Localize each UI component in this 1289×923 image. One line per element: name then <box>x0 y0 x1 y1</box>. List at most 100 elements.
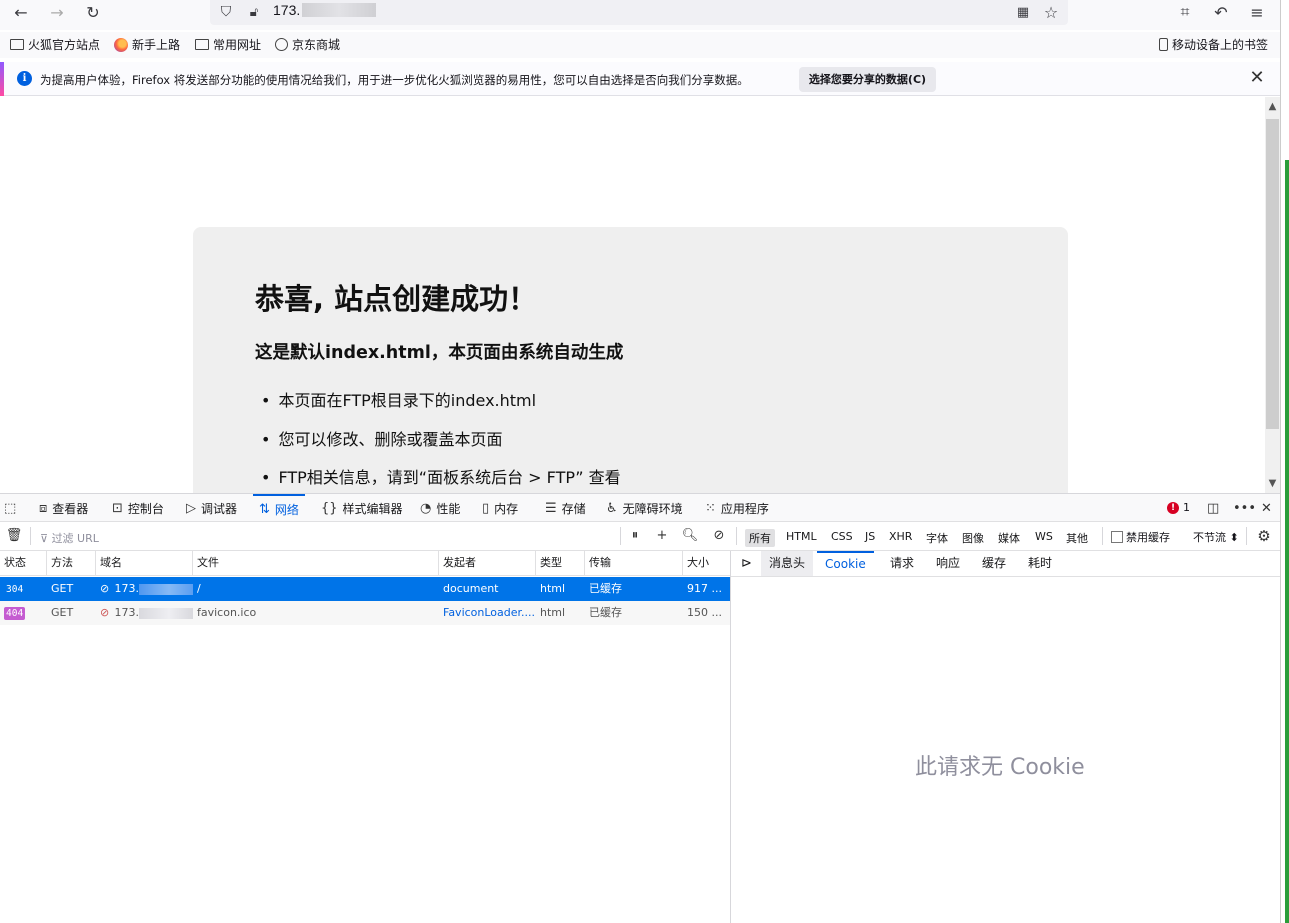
folder-icon <box>195 39 209 50</box>
devtools-menu[interactable]: ••• <box>1233 494 1256 522</box>
filter-js[interactable]: JS <box>861 529 879 544</box>
initiator-cell[interactable]: document <box>439 577 536 601</box>
qr-code-icon[interactable]: ▦ <box>1010 1 1036 23</box>
filter-media[interactable]: 媒体 <box>994 529 1024 547</box>
shield-icon[interactable]: ⛉ <box>213 1 239 23</box>
tab-debugger[interactable]: ▷ 调试器 <box>186 494 237 522</box>
tab-request[interactable]: 请求 <box>882 551 922 576</box>
scroll-down-icon[interactable]: ▼ <box>1265 478 1280 492</box>
column-header[interactable]: 域名 <box>96 551 193 575</box>
bookmark-item[interactable]: 京东商城 <box>275 36 340 53</box>
grid-apps-icon: ⁙ <box>705 500 716 516</box>
table-row[interactable]: 404 GET ⊘ 173. favicon.ico FaviconLoader… <box>0 601 730 625</box>
choose-data-button[interactable]: 选择您要分享的数据(C) <box>799 67 936 92</box>
menu-icon[interactable]: ≡ <box>1244 1 1270 23</box>
block-icon[interactable]: ⊘ <box>710 527 728 545</box>
tab-console[interactable]: ⊡ 控制台 <box>112 494 164 522</box>
filter-ws[interactable]: WS <box>1031 529 1057 544</box>
reload-icon[interactable]: ↻ <box>80 1 106 23</box>
initiator-cell[interactable]: FaviconLoader.... <box>439 601 536 625</box>
error-count-badge[interactable]: ! 1 <box>1167 501 1190 514</box>
size-cell: 917 ... <box>687 582 722 595</box>
column-header[interactable]: 传输 <box>585 551 683 575</box>
tab-memory[interactable]: ▯ 内存 <box>482 494 518 522</box>
filter-other[interactable]: 其他 <box>1062 529 1092 547</box>
dock-toggle[interactable]: ◫ <box>1207 494 1219 522</box>
tab-style-editor[interactable]: {} 样式编辑器 <box>321 494 403 522</box>
bookmark-star-icon[interactable]: ☆ <box>1038 1 1064 23</box>
url-text[interactable]: 173. <box>273 2 300 18</box>
share-back-icon[interactable]: ↶ <box>1208 1 1234 23</box>
tab-timings[interactable]: 耗时 <box>1020 551 1060 576</box>
accessibility-icon: ♿︎ <box>606 500 618 516</box>
scroll-thumb[interactable] <box>1266 119 1279 429</box>
page-scrollbar[interactable]: ▲ ▼ <box>1265 97 1280 493</box>
insecure-icon: ⊘ <box>100 582 110 595</box>
file-cell: / <box>197 582 201 595</box>
tab-storage[interactable]: ☰ 存储 <box>545 494 586 522</box>
screenshot-crop-icon[interactable]: ⌗ <box>1172 1 1198 23</box>
info-list: 本页面在FTP根目录下的index.html 您可以修改、删除或覆盖本页面 FT… <box>261 387 620 493</box>
tab-accessibility[interactable]: ♿︎ 无障碍环境 <box>606 494 683 522</box>
welcome-card: 恭喜, 站点创建成功！ 这是默认index.html，本页面由系统自动生成 本页… <box>193 227 1068 493</box>
debugger-icon: ▷ <box>186 500 196 516</box>
filter-fonts[interactable]: 字体 <box>922 529 952 547</box>
filter-url-input[interactable]: ⊽ 过滤 URL <box>40 530 99 546</box>
bookmark-item[interactable]: 常用网址 <box>195 36 261 53</box>
back-icon[interactable]: ← <box>8 1 34 23</box>
toggle-sidebar-icon[interactable]: ⊳ <box>733 551 760 576</box>
mobile-bookmarks[interactable]: 移动设备上的书签 <box>1159 36 1268 53</box>
column-header[interactable]: 状态 <box>0 551 47 575</box>
disable-cache-checkbox[interactable]: 禁用缓存 <box>1111 529 1170 545</box>
filter-all[interactable]: 所有 <box>745 529 775 547</box>
tab-network[interactable]: ⇅ 网络 <box>253 494 305 522</box>
scroll-up-icon[interactable]: ▲ <box>1265 101 1280 115</box>
tab-response[interactable]: 响应 <box>928 551 968 576</box>
page-title: 恭喜, 站点创建成功！ <box>255 282 538 316</box>
filter-xhr[interactable]: XHR <box>885 529 916 544</box>
tab-application[interactable]: ⁙ 应用程序 <box>705 494 769 522</box>
tab-inspector[interactable]: ⧈ 查看器 <box>39 494 88 522</box>
details-tabs: ⊳ 消息头 Cookie 请求 响应 缓存 耗时 <box>731 551 1280 577</box>
element-picker[interactable]: ⬚ <box>4 494 16 522</box>
column-header[interactable]: 文件 <box>193 551 439 575</box>
type-cell: html <box>540 582 566 595</box>
add-icon[interactable]: + <box>653 527 671 545</box>
filter-images[interactable]: 图像 <box>958 529 988 547</box>
error-icon: ! <box>1167 501 1179 514</box>
braces-icon: {} <box>321 500 338 516</box>
bookmark-item[interactable]: 火狐官方站点 <box>10 36 100 53</box>
gear-icon[interactable]: ⚙︎ <box>1255 527 1273 545</box>
tab-cookies[interactable]: Cookie <box>817 551 874 576</box>
tab-performance[interactable]: ◔ 性能 <box>420 494 460 522</box>
pause-icon[interactable]: ⏸︎ <box>626 527 644 545</box>
trash-icon[interactable]: 🗑︎ <box>5 527 23 545</box>
checkbox-box[interactable] <box>1111 531 1123 543</box>
devtools-close[interactable]: ✕ <box>1261 494 1272 522</box>
tab-headers[interactable]: 消息头 <box>761 551 814 576</box>
column-header[interactable]: 类型 <box>536 551 585 575</box>
table-row[interactable]: 304 GET ⊘ 173. / document html 已缓存 917 .… <box>0 577 730 601</box>
close-icon[interactable]: ✕ <box>1246 67 1268 89</box>
search-icon[interactable]: 🔍︎ <box>681 527 699 545</box>
column-header[interactable]: 方法 <box>47 551 96 575</box>
notification-text: 为提高用户体验，Firefox 将发送部分功能的使用情况给我们，用于进一步优化火… <box>40 73 749 87</box>
throttle-select[interactable]: 不节流 ⬍ <box>1193 529 1239 545</box>
url-bar[interactable]: ⛉ 🔓︎ 173. ▦ ☆ <box>210 0 1068 25</box>
tab-cache[interactable]: 缓存 <box>974 551 1014 576</box>
separator <box>736 527 737 545</box>
insecure-icon: ⊘ <box>100 606 110 619</box>
forward-icon[interactable]: → <box>44 1 70 23</box>
column-header[interactable]: 大小 <box>683 551 730 575</box>
separator <box>1102 527 1103 545</box>
request-table: 状态 方法 域名 文件 发起者 类型 传输 大小 304 GET ⊘ 173. … <box>0 551 731 923</box>
insecure-lock-icon[interactable]: 🔓︎ <box>241 1 267 23</box>
transfer-cell: 已缓存 <box>589 606 622 619</box>
bookmark-item[interactable]: 新手上路 <box>114 36 180 53</box>
nav-toolbar: ← → ↻ ⛉ 🔓︎ 173. ▦ ☆ ⌗ ↶ ≡ <box>0 0 1280 30</box>
column-header[interactable]: 发起者 <box>439 551 536 575</box>
adjacent-window-edge <box>1280 0 1289 923</box>
transfer-cell: 已缓存 <box>589 582 622 595</box>
filter-html[interactable]: HTML <box>782 529 821 544</box>
filter-css[interactable]: CSS <box>827 529 857 544</box>
